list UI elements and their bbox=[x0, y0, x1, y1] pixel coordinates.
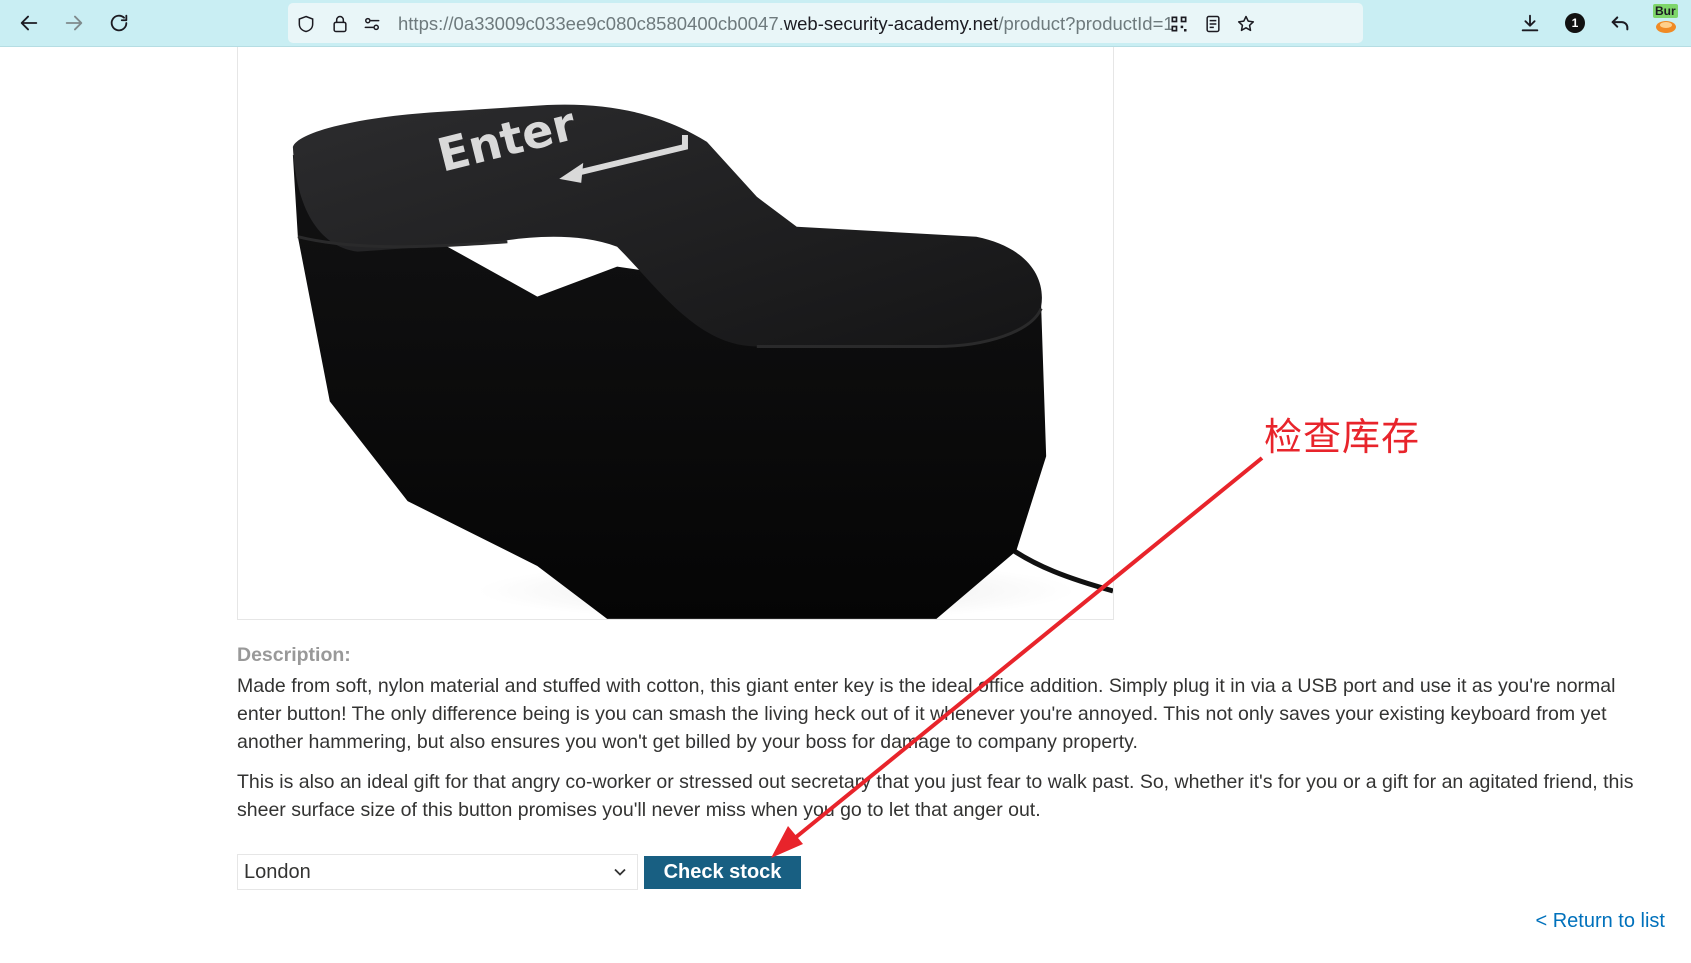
download-icon[interactable] bbox=[1515, 8, 1545, 38]
notification-count: 1 bbox=[1565, 13, 1585, 33]
url-prefix: https://0a33009c033ee9c080c8580400cb0047… bbox=[398, 13, 784, 34]
reader-view-icon[interactable] bbox=[1201, 12, 1225, 36]
description-paragraph-2: This is also an ideal gift for that angr… bbox=[237, 771, 1634, 821]
extension-badge-icon[interactable]: 1 bbox=[1560, 8, 1590, 38]
back-arrow-icon[interactable] bbox=[14, 8, 44, 38]
url-path: /product?productId=1 bbox=[998, 13, 1174, 34]
shield-icon[interactable] bbox=[294, 12, 318, 36]
url-host: web-security-academy.net bbox=[783, 13, 999, 34]
burp-label: Bur bbox=[1653, 4, 1678, 18]
product-image: Enter bbox=[237, 47, 1114, 620]
forward-arrow-icon[interactable] bbox=[59, 8, 89, 38]
reload-icon[interactable] bbox=[104, 8, 134, 38]
browser-toolbar: https://0a33009c033ee9c080c8580400cb0047… bbox=[0, 0, 1691, 47]
burp-extension-icon[interactable]: Bur bbox=[1651, 4, 1681, 34]
undo-arrow-icon[interactable] bbox=[1605, 8, 1635, 38]
description-paragraph-1: Made from soft, nylon material and stuff… bbox=[237, 675, 1616, 753]
store-select-value: London bbox=[244, 861, 311, 883]
site-permissions-icon[interactable] bbox=[360, 12, 384, 36]
description-heading: Description: bbox=[237, 644, 351, 666]
url-text[interactable]: https://0a33009c033ee9c080c8580400cb0047… bbox=[398, 13, 1174, 35]
lock-icon[interactable] bbox=[328, 12, 352, 36]
chevron-down-icon bbox=[614, 868, 626, 876]
return-to-list-link[interactable]: < Return to list bbox=[1535, 910, 1665, 933]
annotation-label: 检查库存 bbox=[1264, 415, 1421, 459]
qr-code-icon[interactable] bbox=[1167, 12, 1191, 36]
bookmark-star-icon[interactable] bbox=[1234, 12, 1258, 36]
check-stock-button[interactable]: Check stock bbox=[644, 856, 801, 889]
store-select[interactable]: London bbox=[237, 854, 638, 890]
address-bar[interactable]: https://0a33009c033ee9c080c8580400cb0047… bbox=[288, 3, 1363, 43]
